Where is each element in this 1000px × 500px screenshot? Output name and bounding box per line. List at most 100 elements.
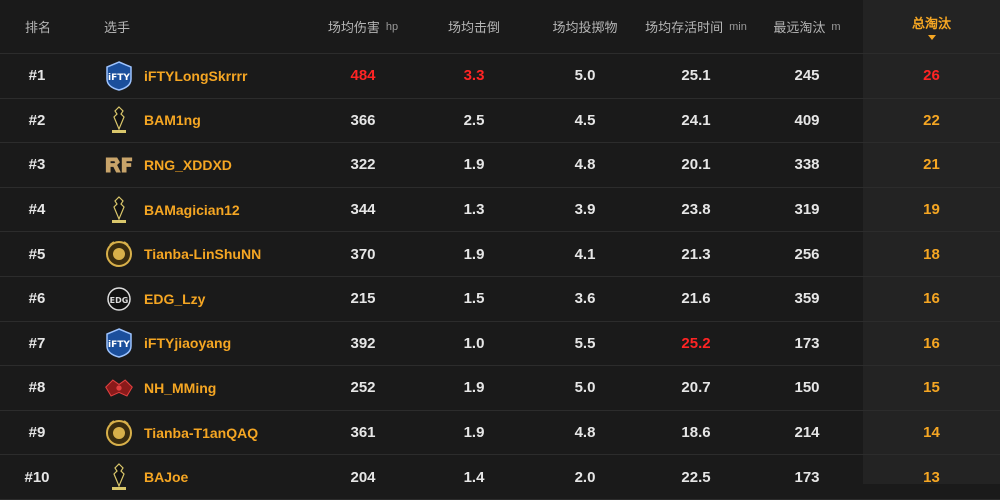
table-row[interactable]: #9 Tianba-T1anQAQ 361 1.9 4.8 18.6 214 1… <box>0 411 1000 456</box>
player-cell[interactable]: BAMagician12 <box>104 188 324 232</box>
damage-cell: 204 <box>350 468 376 486</box>
player-name[interactable]: EDG_Lzy <box>144 291 205 307</box>
player-name[interactable]: RNG_XDDXD <box>144 157 232 173</box>
header-damage[interactable]: 场均伤害 hp <box>308 0 418 53</box>
header-farthest-label: 最远淘汰 <box>773 20 826 35</box>
player-name[interactable]: BAM1ng <box>144 112 201 128</box>
throws-cell: 3.9 <box>574 201 596 219</box>
header-player: 选手 <box>104 20 131 35</box>
damage-cell: 215 <box>350 290 376 308</box>
kills-cell: 1.9 <box>463 424 485 442</box>
player-name[interactable]: iFTYjiaoyang <box>144 335 231 351</box>
header-farthest[interactable]: 最远淘汰 m <box>752 0 862 53</box>
total-kills-cell: 26 <box>923 67 940 85</box>
rank-cell: #1 <box>28 67 46 85</box>
player-name[interactable]: Tianba-LinShuNN <box>144 246 261 262</box>
farthest-cell: 338 <box>794 156 820 174</box>
total-kills-cell: 22 <box>923 111 940 129</box>
farthest-cell: 256 <box>794 245 820 263</box>
survival-cell: 21.6 <box>681 290 711 308</box>
damage-cell: 392 <box>350 334 376 352</box>
rank-cell: #6 <box>28 290 46 308</box>
kills-cell: 1.9 <box>463 245 485 263</box>
table-row[interactable]: #1 iFTY iFTYLongSkrrrr 484 3.3 5.0 25.1 … <box>0 54 1000 99</box>
damage-cell: 484 <box>350 67 376 85</box>
farthest-cell: 319 <box>794 201 820 219</box>
table-row[interactable]: #2 BAM1ng 366 2.5 4.5 24.1 409 22 <box>0 99 1000 144</box>
player-cell[interactable]: iFTY iFTYLongSkrrrr <box>104 54 324 98</box>
header-total-kills[interactable]: 总淘汰 <box>863 0 1000 53</box>
player-cell[interactable]: Tianba-LinShuNN <box>104 232 324 276</box>
player-cell[interactable]: BAJoe <box>104 455 324 499</box>
farthest-cell: 214 <box>794 424 820 442</box>
kills-cell: 1.9 <box>463 379 485 397</box>
farthest-cell: 409 <box>794 111 820 129</box>
farthest-cell: 173 <box>794 334 820 352</box>
throws-cell: 5.0 <box>574 379 596 397</box>
header-throws[interactable]: 场均投掷物 <box>530 0 640 53</box>
kills-cell: 3.3 <box>463 67 485 85</box>
damage-cell: 252 <box>350 379 376 397</box>
player-cell[interactable]: iFTY iFTYjiaoyang <box>104 322 324 366</box>
total-kills-cell: 14 <box>923 424 940 442</box>
player-name[interactable]: NH_MMing <box>144 380 216 396</box>
player-cell[interactable]: EDG EDG_Lzy <box>104 277 324 321</box>
table-row[interactable]: #8 NH_MMing 252 1.9 5.0 20.7 150 15 <box>0 366 1000 411</box>
total-kills-cell: 19 <box>923 201 940 219</box>
table-row[interactable]: #7 iFTY iFTYjiaoyang 392 1.0 5.5 25.2 17… <box>0 322 1000 367</box>
leaderboard-table: 排名 选手 场均伤害 hp 场均击倒 场均投掷物 场均存活时间 min 最远淘汰… <box>0 0 1000 500</box>
damage-cell: 344 <box>350 201 376 219</box>
survival-cell: 21.3 <box>681 245 711 263</box>
kills-cell: 1.9 <box>463 156 485 174</box>
player-cell[interactable]: NH_MMing <box>104 366 324 410</box>
throws-cell: 2.0 <box>574 468 596 486</box>
header-farthest-unit: m <box>831 20 841 33</box>
kills-cell: 1.4 <box>463 468 485 486</box>
survival-cell: 24.1 <box>681 111 711 129</box>
table-row[interactable]: #6 EDG EDG_Lzy 215 1.5 3.6 21.6 359 16 <box>0 277 1000 322</box>
kills-cell: 2.5 <box>463 111 485 129</box>
header-kills[interactable]: 场均击倒 <box>419 0 529 53</box>
table-row[interactable]: #3 RNG_XDDXD 322 1.9 4.8 20.1 338 21 <box>0 143 1000 188</box>
player-cell[interactable]: RNG_XDDXD <box>104 143 324 187</box>
damage-cell: 361 <box>350 424 376 442</box>
table-body: #1 iFTY iFTYLongSkrrrr 484 3.3 5.0 25.1 … <box>0 54 1000 500</box>
rank-cell: #7 <box>28 334 46 352</box>
rng-logo-icon <box>104 150 134 180</box>
kills-cell: 1.0 <box>463 334 485 352</box>
table-row[interactable]: #10 BAJoe 204 1.4 2.0 22.5 173 13 <box>0 455 1000 500</box>
throws-cell: 4.8 <box>574 156 596 174</box>
total-kills-cell: 16 <box>923 290 940 308</box>
table-row[interactable]: #4 BAMagician12 344 1.3 3.9 23.8 319 19 <box>0 188 1000 233</box>
throws-cell: 4.5 <box>574 111 596 129</box>
rank-cell: #8 <box>28 379 46 397</box>
ifty-logo-icon: iFTY <box>104 328 134 359</box>
header-damage-unit: hp <box>385 20 399 33</box>
total-kills-cell: 13 <box>923 468 940 486</box>
player-name[interactable]: BAMagician12 <box>144 202 240 218</box>
nh-logo-icon <box>104 373 134 403</box>
svg-text:iFTY: iFTY <box>108 73 130 83</box>
farthest-cell: 359 <box>794 290 820 308</box>
player-name[interactable]: iFTYLongSkrrrr <box>144 68 247 84</box>
svg-text:EDG: EDG <box>110 296 129 305</box>
header-survival[interactable]: 场均存活时间 min <box>641 0 751 53</box>
farthest-cell: 150 <box>794 379 820 397</box>
rank-cell: #3 <box>28 156 46 174</box>
player-cell[interactable]: Tianba-T1anQAQ <box>104 411 324 455</box>
table-row[interactable]: #5 Tianba-LinShuNN 370 1.9 4.1 21.3 256 … <box>0 232 1000 277</box>
header-total-label: 总淘汰 <box>911 16 951 31</box>
black-anaconda-logo-icon <box>104 195 134 225</box>
total-kills-cell: 18 <box>923 245 940 263</box>
tianba-logo-icon <box>104 239 134 269</box>
header-rank[interactable]: 排名 <box>0 0 85 53</box>
header-survival-label: 场均存活时间 <box>645 20 724 35</box>
player-name[interactable]: Tianba-T1anQAQ <box>144 425 258 441</box>
player-name[interactable]: BAJoe <box>144 469 188 485</box>
player-cell[interactable]: BAM1ng <box>104 99 324 143</box>
rank-cell: #10 <box>24 468 50 486</box>
sort-desc-icon <box>927 35 936 40</box>
survival-cell: 18.6 <box>681 424 711 442</box>
table-header: 排名 选手 场均伤害 hp 场均击倒 场均投掷物 场均存活时间 min 最远淘汰… <box>0 0 1000 54</box>
damage-cell: 370 <box>350 245 376 263</box>
